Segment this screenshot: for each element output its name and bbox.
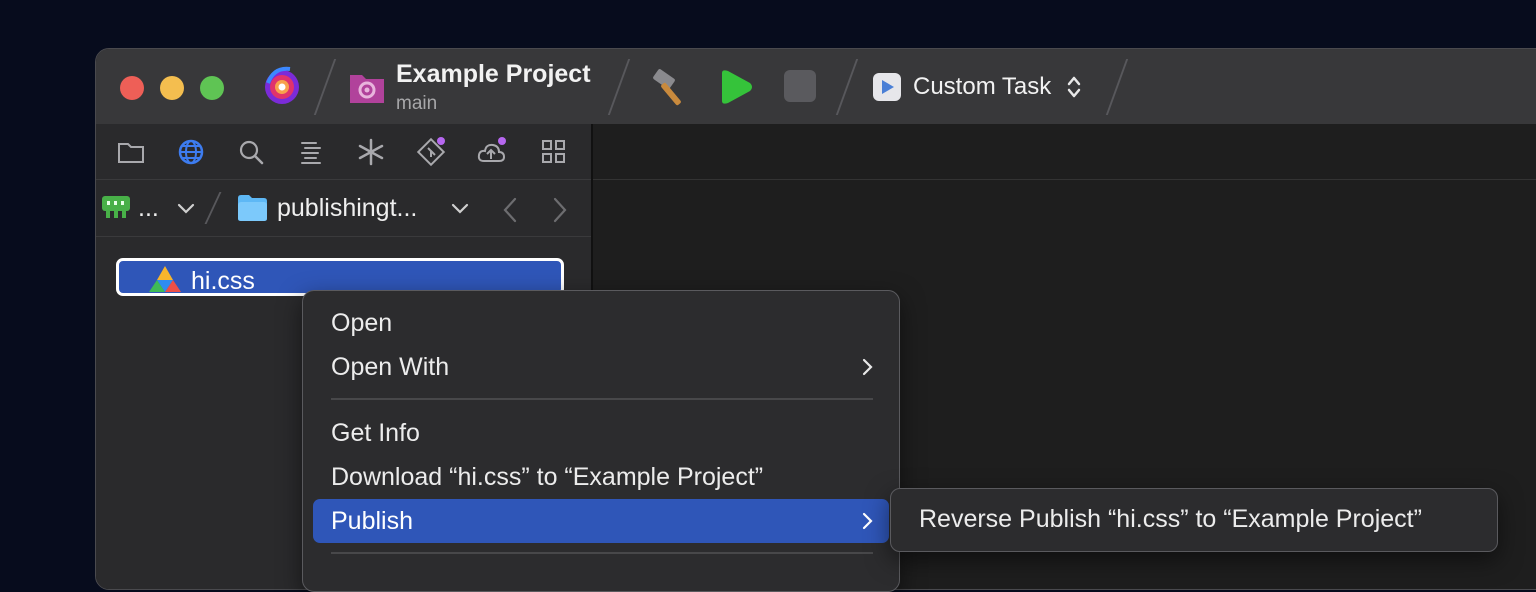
symbols-icon[interactable] bbox=[296, 137, 326, 167]
forward-arrow-icon[interactable] bbox=[550, 196, 570, 224]
chevron-right-icon bbox=[862, 512, 873, 530]
nova-logo-icon[interactable] bbox=[260, 63, 304, 107]
grid-icon[interactable] bbox=[539, 137, 569, 167]
stop-icon[interactable] bbox=[784, 70, 816, 102]
menu-item-label: Get Info bbox=[331, 419, 420, 447]
search-icon[interactable] bbox=[236, 137, 266, 167]
menu-separator bbox=[331, 552, 873, 554]
chevron-right-icon bbox=[862, 358, 873, 376]
cloud-icon[interactable] bbox=[476, 137, 506, 167]
asterisk-icon[interactable] bbox=[356, 137, 386, 167]
hammer-icon[interactable] bbox=[650, 67, 694, 107]
close-button[interactable] bbox=[120, 76, 144, 100]
git-icon[interactable] bbox=[416, 137, 446, 167]
chevron-up-down-icon[interactable] bbox=[1066, 74, 1082, 100]
menu-item-label: Publish bbox=[331, 507, 413, 535]
project-gear-icon[interactable] bbox=[348, 69, 386, 105]
sidebar-navbar bbox=[96, 124, 591, 180]
project-title[interactable]: Example Project bbox=[396, 60, 591, 89]
back-arrow-icon[interactable] bbox=[500, 196, 520, 224]
menu-item-open-with[interactable]: Open With bbox=[313, 345, 889, 389]
globe-icon[interactable] bbox=[176, 137, 206, 167]
file-name: hi.css bbox=[191, 267, 255, 295]
menu-item-download[interactable]: Download “hi.css” to “Example Project” bbox=[313, 455, 889, 499]
menu-item-reverse-publish[interactable]: Reverse Publish “hi.css” to “Example Pro… bbox=[919, 505, 1422, 534]
path-separator bbox=[204, 192, 222, 224]
toolbar-separator bbox=[835, 59, 859, 115]
task-play-icon bbox=[873, 73, 901, 101]
menu-item-publish[interactable]: Publish bbox=[313, 499, 889, 543]
chevron-down-icon[interactable] bbox=[176, 202, 196, 216]
server-path-label[interactable]: ... bbox=[138, 194, 159, 223]
toolbar-separator bbox=[1105, 59, 1129, 115]
play-icon[interactable] bbox=[718, 69, 754, 105]
menu-item-label: Open With bbox=[331, 353, 450, 381]
context-menu: Open Open With Get Info Download “hi.css… bbox=[302, 290, 900, 592]
menu-item-label: Open bbox=[331, 309, 393, 337]
folder-icon bbox=[238, 195, 267, 221]
zoom-button[interactable] bbox=[200, 76, 224, 100]
menu-item-label: Download “hi.css” to “Example Project” bbox=[331, 463, 764, 491]
toolbar-separator bbox=[607, 59, 631, 115]
menu-separator bbox=[331, 398, 873, 400]
toolbar-separator bbox=[313, 59, 337, 115]
task-selector[interactable]: Custom Task bbox=[913, 73, 1051, 101]
publish-submenu: Reverse Publish “hi.css” to “Example Pro… bbox=[890, 488, 1498, 552]
branch-label[interactable]: main bbox=[396, 93, 437, 115]
menu-item-get-info[interactable]: Get Info bbox=[313, 411, 889, 455]
chevron-down-icon[interactable] bbox=[450, 202, 470, 216]
menu-item-open[interactable]: Open bbox=[313, 301, 889, 345]
server-icon bbox=[102, 196, 130, 218]
titlebar: Example Project main Custom Task bbox=[96, 49, 1536, 124]
path-bar: ... publishingt... bbox=[96, 180, 591, 237]
folder-icon[interactable] bbox=[116, 137, 146, 167]
editor-tab-bar bbox=[593, 124, 1536, 180]
minimize-button[interactable] bbox=[160, 76, 184, 100]
css-file-icon bbox=[149, 266, 181, 292]
folder-path-label[interactable]: publishingt... bbox=[277, 194, 417, 223]
